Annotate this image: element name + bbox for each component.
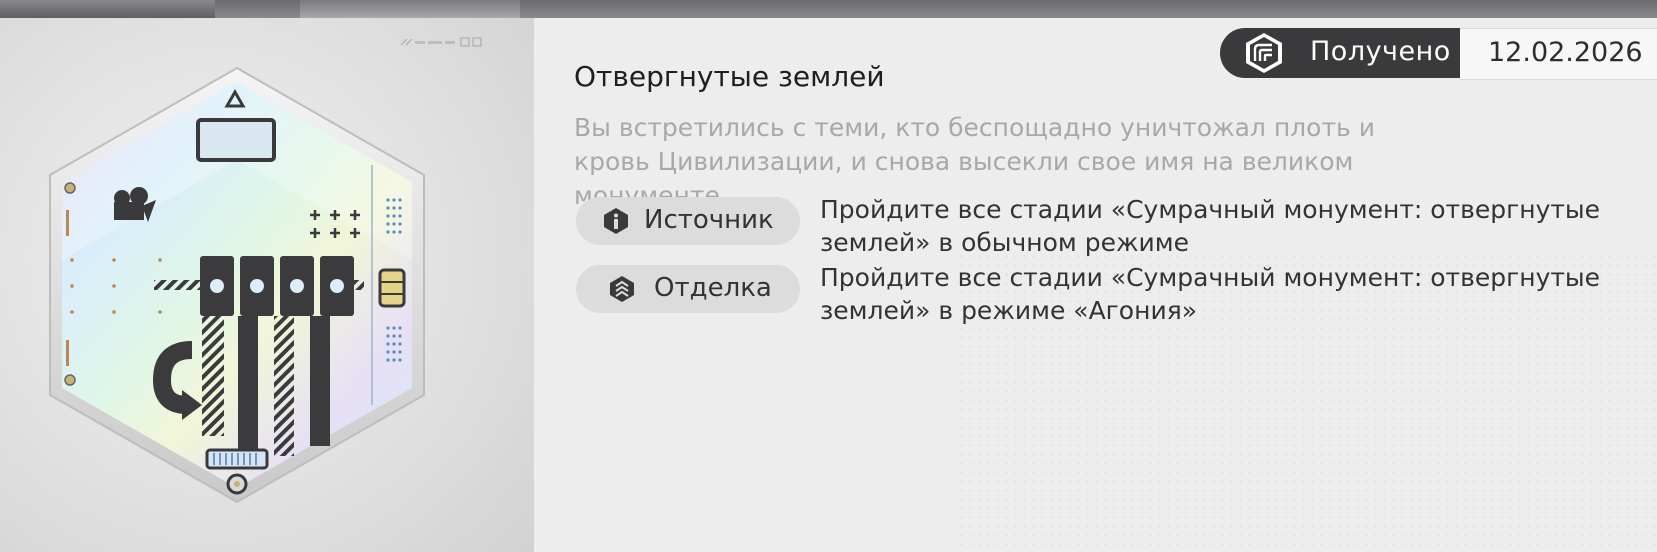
decorative-dashes-icon — [401, 37, 482, 47]
finish-chip[interactable]: Отделка — [576, 265, 800, 313]
source-chip-label: Источник — [644, 205, 774, 235]
item-title: Отвергнутые землей — [574, 60, 885, 93]
thumbnail-center[interactable] — [300, 0, 520, 18]
emblem-type-icon — [1246, 33, 1282, 73]
finish-requirement-text: Пройдите все стадии «Сумрачный монумент:… — [820, 263, 1601, 325]
source-row: Источник Пройдите все стадии «Сумрачный … — [576, 195, 1636, 257]
finish-row: Отделка Пройдите все стадии «Сумрачный м… — [576, 263, 1636, 325]
source-chip[interactable]: Источник — [576, 197, 800, 245]
source-requirement-text: Пройдите все стадии «Сумрачный монумент:… — [820, 195, 1601, 257]
top-strip — [0, 0, 1657, 18]
emblem-panel — [0, 18, 534, 552]
status-label: Получено — [1310, 36, 1451, 67]
finish-icon — [610, 276, 634, 302]
finish-chip-label: Отделка — [654, 273, 772, 303]
emblem-badge-icon — [49, 66, 425, 504]
status-badge: Получено — [1220, 28, 1460, 78]
date-box: 12.02.2026 — [1460, 28, 1657, 80]
thumbnail-left[interactable] — [0, 0, 215, 18]
info-icon — [604, 208, 628, 234]
acquired-status: Получено 12.02.2026 — [1220, 28, 1657, 80]
item-detail-card: Получено 12.02.2026 Отвергнутые землей В… — [0, 18, 1657, 552]
acquired-date: 12.02.2026 — [1488, 37, 1643, 68]
